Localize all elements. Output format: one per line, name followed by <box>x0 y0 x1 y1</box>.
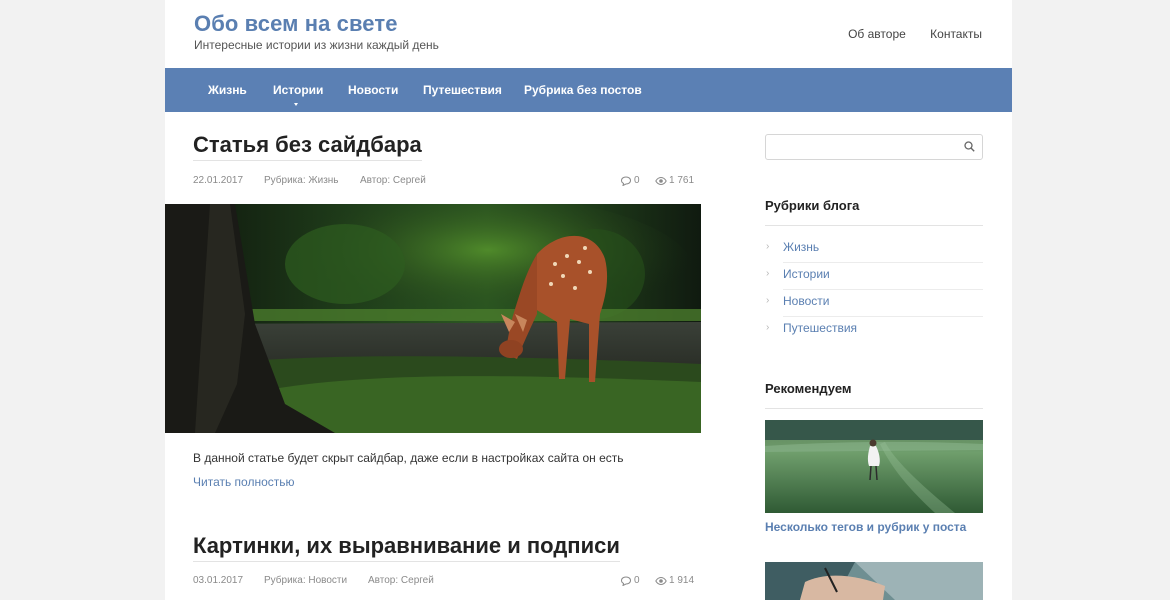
chevron-right-icon: › <box>766 241 770 252</box>
post-title-text: Картинки, их выравнивание и подписи <box>193 533 620 558</box>
post-excerpt: В данной статье будет скрыт сайдбар, даж… <box>193 451 624 465</box>
widget-divider <box>765 408 983 409</box>
site-description: Интересные истории из жизни каждый день <box>194 38 439 52</box>
category-link[interactable]: Новости <box>783 294 829 308</box>
post-title[interactable]: Статья без сайдбара <box>193 132 422 161</box>
post-author: Автор: Сергей <box>360 175 426 186</box>
post-views: 1 761 <box>655 175 694 186</box>
post-date: 22.01.2017 <box>193 175 244 186</box>
post-views: 1 914 <box>655 575 694 586</box>
eye-icon <box>655 576 667 585</box>
views-count: 1 914 <box>669 575 695 586</box>
nav-item-life[interactable]: Жизнь <box>208 83 247 97</box>
writing-photo <box>765 562 983 600</box>
search-icon[interactable] <box>964 141 975 152</box>
post-featured-image[interactable] <box>165 204 701 433</box>
recommend-thumbnail[interactable] <box>765 562 983 600</box>
deer-photo <box>165 204 701 433</box>
page: Обо всем на свете Интересные истории из … <box>165 0 1012 600</box>
top-menu-about[interactable]: Об авторе <box>848 27 906 41</box>
search-box <box>765 134 983 160</box>
views-count: 1 761 <box>669 175 695 186</box>
main-content: Статья без сайдбара 22.01.2017 Рубрика: … <box>165 112 701 600</box>
caret-down-icon <box>294 103 298 106</box>
category-item[interactable]: › Истории <box>765 263 983 290</box>
category-link[interactable]: Жизнь <box>783 240 819 254</box>
category-item[interactable]: › Новости <box>765 290 983 317</box>
search-input[interactable] <box>766 135 956 159</box>
main-nav: Жизнь Истории Новости Путешествия Рубрик… <box>165 68 1012 112</box>
read-more-link[interactable]: Читать полностью <box>193 475 295 489</box>
nav-item-news[interactable]: Новости <box>348 83 398 97</box>
site-header: Обо всем на свете Интересные истории из … <box>165 0 1012 68</box>
comment-icon <box>620 175 632 186</box>
category-link[interactable]: Путешествия <box>783 321 857 335</box>
chevron-right-icon: › <box>766 322 770 333</box>
comments-count: 0 <box>634 575 640 586</box>
nav-item-travel[interactable]: Путешествия <box>423 83 502 97</box>
post-date: 03.01.2017 <box>193 575 244 586</box>
comment-icon <box>620 575 632 586</box>
categories-widget-title: Рубрики блога <box>765 198 860 213</box>
category-item[interactable]: › Жизнь <box>765 236 983 263</box>
category-link[interactable]: Истории <box>783 267 830 281</box>
eye-icon <box>655 176 667 185</box>
widget-divider <box>765 225 983 226</box>
comments-count: 0 <box>634 175 640 186</box>
post-author: Автор: Сергей <box>368 575 434 586</box>
post-comments[interactable]: 0 <box>620 175 640 186</box>
nav-item-empty-category[interactable]: Рубрика без постов <box>524 83 642 97</box>
recommend-thumbnail[interactable] <box>765 420 983 513</box>
top-menu: Об авторе Контакты <box>827 27 982 41</box>
post-category[interactable]: Рубрика: Жизнь <box>264 175 339 186</box>
post-category[interactable]: Рубрика: Новости <box>264 575 347 586</box>
chevron-right-icon: › <box>766 295 770 306</box>
sidebar: Рубрики блога › Жизнь › Истории › Новост… <box>765 112 983 600</box>
site-title[interactable]: Обо всем на свете <box>194 11 398 37</box>
nav-item-stories[interactable]: Истории <box>273 83 323 97</box>
field-photo <box>765 420 983 513</box>
post-title-text: Статья без сайдбара <box>193 132 422 157</box>
recommend-post-link[interactable]: Несколько тегов и рубрик у поста <box>765 520 966 534</box>
post-title[interactable]: Картинки, их выравнивание и подписи <box>193 533 620 562</box>
top-menu-contacts[interactable]: Контакты <box>930 27 982 41</box>
category-item[interactable]: › Путешествия <box>765 317 983 344</box>
recommend-widget-title: Рекомендуем <box>765 381 852 396</box>
post-comments[interactable]: 0 <box>620 575 640 586</box>
chevron-right-icon: › <box>766 268 770 279</box>
